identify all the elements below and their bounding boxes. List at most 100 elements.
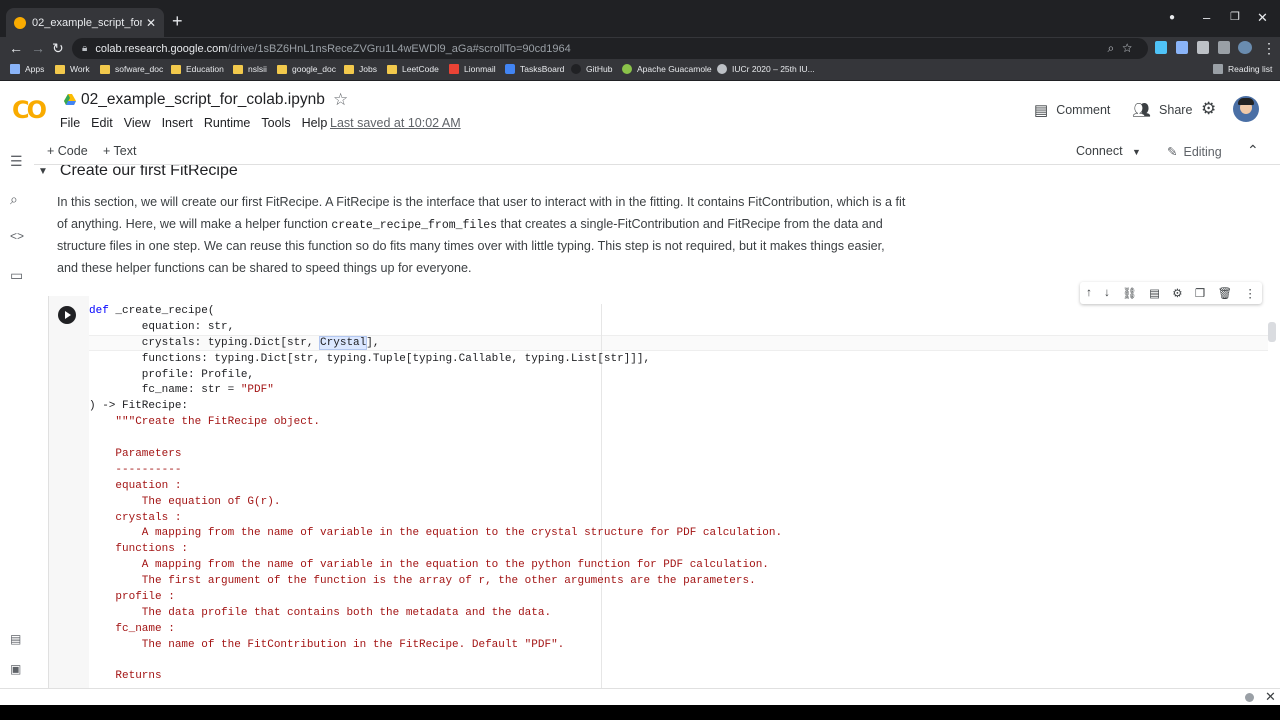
folder-icon	[100, 64, 110, 74]
bookmark-jobs[interactable]: Jobs	[344, 64, 377, 74]
connect-button[interactable]: Connect ▼	[1076, 144, 1141, 158]
editing-mode-button[interactable]: ✎ Editing	[1167, 144, 1222, 159]
close-window-icon[interactable]: ✕	[1257, 10, 1268, 26]
close-status-icon[interactable]: ✕	[1265, 689, 1276, 705]
bookmark-sofware-doc[interactable]: sofware_doc	[100, 64, 163, 74]
url-bar[interactable]: 🔒︎ colab.research.google.com/drive/1sBZ6…	[72, 38, 1148, 59]
code-line: The equation of G(r).	[89, 495, 281, 508]
settings-gear-icon[interactable]: ⚙	[1201, 99, 1216, 119]
code-line: crystals :	[89, 511, 182, 524]
mirror-cell-icon[interactable]: ❐	[1195, 286, 1205, 300]
code-text[interactable]: def _create_recipe( equation: str, cryst…	[89, 304, 782, 685]
bookmark-google-doc[interactable]: google_doc	[277, 64, 336, 74]
page-scrollbar[interactable]	[1268, 322, 1276, 342]
colab-logo[interactable]: CO	[12, 96, 47, 124]
forward-arrow-icon[interactable]: →	[31, 40, 45, 56]
chevron-down-icon: ▼	[1132, 147, 1141, 157]
files-folder-icon[interactable]: ▭	[10, 267, 23, 284]
notebook-content: ▼ Create our first FitRecipe In this sec…	[34, 165, 1268, 688]
bookmark-github[interactable]: GitHub	[571, 64, 612, 74]
bookmarks-bar: Apps Work sofware_doc Education nslsii g…	[0, 60, 1280, 81]
user-avatar[interactable]	[1233, 96, 1259, 122]
code-cell[interactable]: def _create_recipe( equation: str, cryst…	[48, 296, 1268, 688]
menu-insert[interactable]: Insert	[162, 116, 193, 130]
move-cell-down-icon[interactable]: ↓	[1104, 287, 1110, 299]
code-line: crystals: typing.Dict[str, Crystal],	[89, 335, 380, 350]
menu-bar: File Edit View Insert Runtime Tools Help	[60, 116, 327, 130]
docs-extension-icon[interactable]	[1176, 41, 1188, 54]
add-code-button[interactable]: + Code	[47, 144, 88, 158]
table-of-contents-icon[interactable]: ☰	[10, 153, 23, 170]
new-tab-button[interactable]: +	[172, 12, 183, 30]
menu-help[interactable]: Help	[302, 116, 328, 130]
terminal-icon[interactable]: ▣	[10, 662, 21, 676]
comment-icon: ▤	[1034, 102, 1049, 119]
wordpress-icon	[717, 64, 727, 74]
notebook-filename[interactable]: 02_example_script_for_colab.ipynb	[81, 91, 325, 109]
last-saved-link[interactable]: Last saved at 10:02 AM	[330, 116, 461, 130]
folder-icon	[55, 64, 65, 74]
profile-avatar-icon[interactable]	[1238, 41, 1252, 54]
menu-runtime[interactable]: Runtime	[204, 116, 251, 130]
search-icon[interactable]: ⌕	[10, 191, 18, 208]
command-palette-icon[interactable]: ▤	[10, 632, 21, 646]
add-text-button[interactable]: + Text	[103, 144, 136, 158]
back-arrow-icon[interactable]: ←	[9, 40, 23, 56]
run-cell-button[interactable]	[58, 306, 76, 324]
comment-button[interactable]: ▤ Comment	[1034, 101, 1110, 119]
restore-window-icon[interactable]: ❐	[1230, 10, 1240, 23]
code-line: """Create the FitRecipe object.	[89, 416, 321, 429]
add-comment-icon[interactable]: ▤	[1149, 286, 1160, 300]
star-icon[interactable]: ☆	[333, 90, 348, 110]
extension-icon[interactable]	[1155, 41, 1167, 54]
collapse-header-icon[interactable]: ⌃	[1247, 142, 1259, 159]
move-cell-up-icon[interactable]: ↑	[1086, 287, 1092, 299]
section-header[interactable]: ▼ Create our first FitRecipe	[38, 165, 238, 180]
bookmark-nslsii[interactable]: nslsii	[233, 64, 267, 74]
tab-title: 02_example_script_for_colab.ipyn	[32, 16, 142, 29]
bookmark-tasksboard[interactable]: TasksBoard	[505, 64, 564, 74]
media-extension-icon[interactable]	[1197, 41, 1209, 54]
bookmark-education[interactable]: Education	[171, 64, 224, 74]
bookmark-lionmail[interactable]: Lionmail	[449, 64, 496, 74]
github-icon	[571, 64, 581, 74]
profile-indicator-icon[interactable]: ●	[1169, 12, 1175, 23]
code-line: ) -> FitRecipe:	[89, 400, 189, 413]
bookmark-apache-guacamole[interactable]: Apache Guacamole	[622, 64, 712, 74]
zoom-star-icons[interactable]: ⌕☆	[1107, 41, 1140, 56]
bookmark-work[interactable]: Work	[55, 64, 90, 74]
more-options-icon[interactable]: ⋮	[1244, 286, 1256, 300]
bookmark-reading-list[interactable]: Reading list	[1213, 64, 1272, 74]
menu-tools[interactable]: Tools	[261, 116, 290, 130]
bookmark-leetcode[interactable]: LeetCode	[387, 64, 439, 74]
menu-view[interactable]: View	[124, 116, 151, 130]
status-bar: ✕	[0, 688, 1280, 705]
minimize-window-icon[interactable]: –	[1203, 10, 1210, 25]
code-line: Returns	[89, 670, 162, 683]
bookmark-iucr-2020[interactable]: IUCr 2020 – 25th IU...	[717, 64, 815, 74]
delete-cell-icon[interactable]: 🗑︎	[1217, 286, 1232, 300]
tasksboard-icon	[505, 64, 515, 74]
browser-tab[interactable]: 02_example_script_for_colab.ipyn ✕	[6, 8, 164, 37]
code-line: The first argument of the function is th…	[89, 575, 756, 588]
tab-close-icon[interactable]: ✕	[146, 16, 156, 30]
gmail-icon	[449, 64, 459, 74]
cell-settings-icon[interactable]: ⚙	[1172, 286, 1182, 300]
guacamole-icon	[622, 64, 632, 74]
colab-header: CO 02_example_script_for_colab.ipynb ☆ F…	[0, 82, 1280, 139]
menu-edit[interactable]: Edit	[91, 116, 113, 130]
folder-icon	[171, 64, 181, 74]
bookmark-apps[interactable]: Apps	[10, 64, 44, 74]
link-to-cell-icon[interactable]: ⛓	[1122, 286, 1137, 300]
code-editor[interactable]: def _create_recipe( equation: str, cryst…	[89, 296, 1268, 688]
puzzle-extensions-icon[interactable]	[1218, 41, 1230, 54]
code-snippets-icon[interactable]: <>	[10, 229, 24, 243]
browser-menu-icon[interactable]: ⋮	[1262, 40, 1276, 56]
google-drive-icon	[64, 94, 76, 105]
section-collapse-caret-icon[interactable]: ▼	[38, 166, 48, 177]
menu-file[interactable]: File	[60, 116, 80, 130]
reload-icon[interactable]: ↻	[52, 40, 64, 56]
share-button[interactable]: 👥︎ Share	[1132, 101, 1192, 119]
